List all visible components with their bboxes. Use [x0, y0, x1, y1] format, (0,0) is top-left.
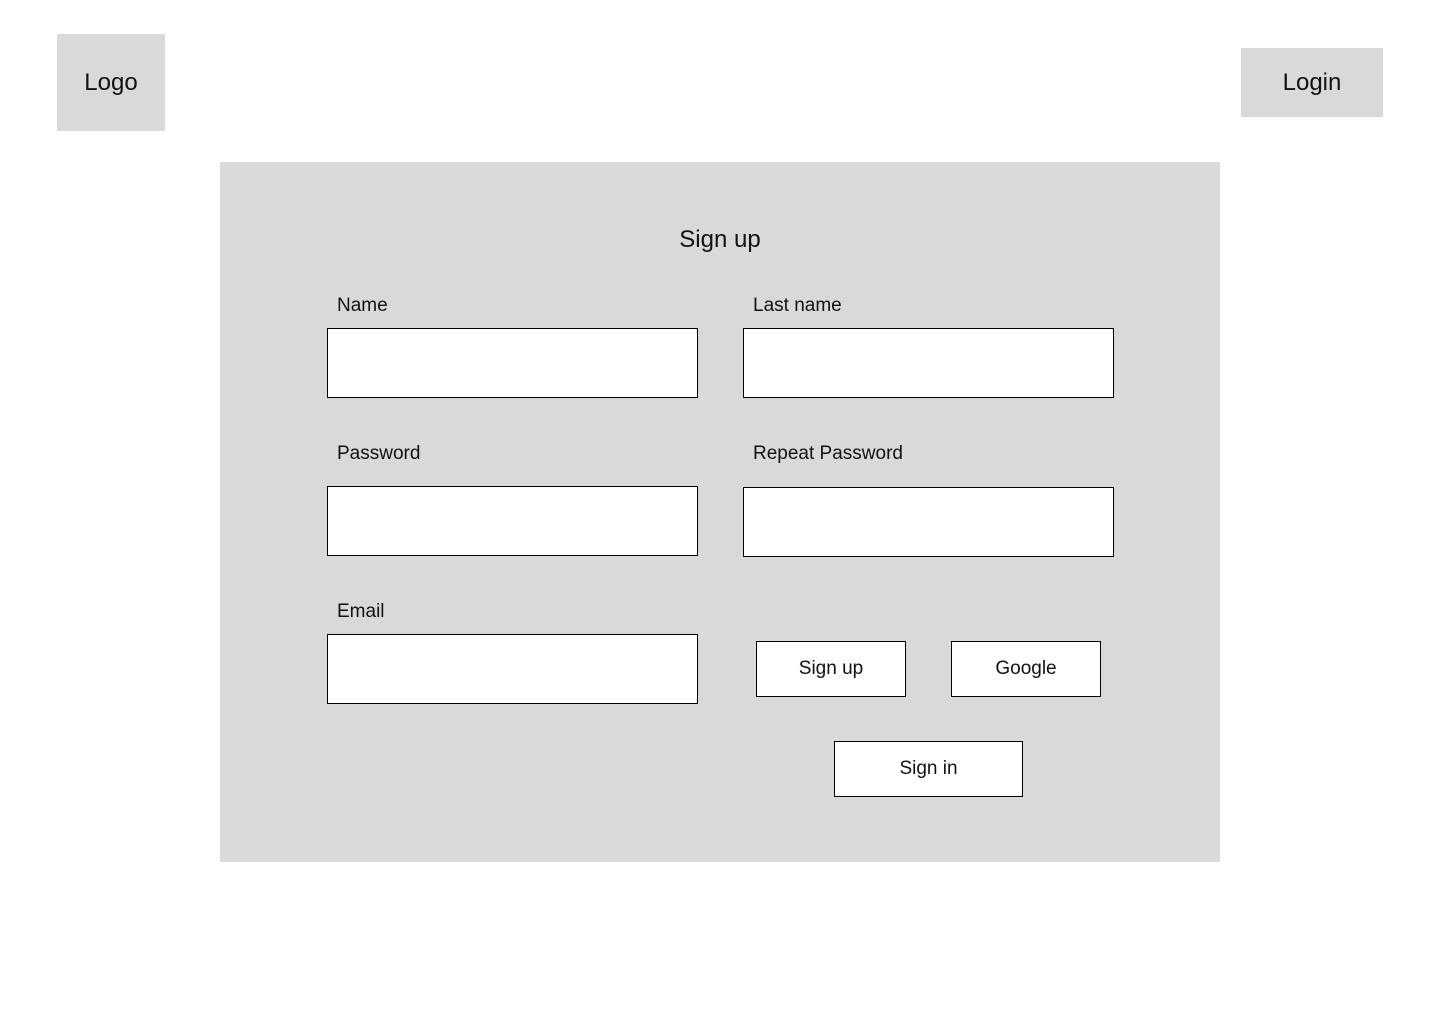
logo-text: Logo [84, 68, 138, 96]
google-sign-up-button[interactable]: Google [951, 641, 1101, 697]
logo: Logo [57, 34, 165, 131]
last-name-label: Last name [753, 295, 842, 316]
sign-up-button[interactable]: Sign up [756, 641, 906, 697]
email-label: Email [337, 601, 385, 622]
repeat-password-input[interactable] [743, 487, 1114, 557]
sign-in-button[interactable]: Sign in [834, 741, 1023, 797]
signup-form-panel: Sign up Name Last name Password Repeat P… [220, 162, 1220, 862]
repeat-password-label: Repeat Password [753, 443, 903, 464]
password-label: Password [337, 443, 421, 464]
password-input[interactable] [327, 486, 698, 556]
email-input[interactable] [327, 634, 698, 704]
name-input[interactable] [327, 328, 698, 398]
name-label: Name [337, 295, 388, 316]
last-name-input[interactable] [743, 328, 1114, 398]
form-title: Sign up [679, 226, 761, 253]
signup-page: Logo Login Sign up Name Last name Passwo… [0, 0, 1440, 1024]
login-button[interactable]: Login [1241, 48, 1383, 117]
